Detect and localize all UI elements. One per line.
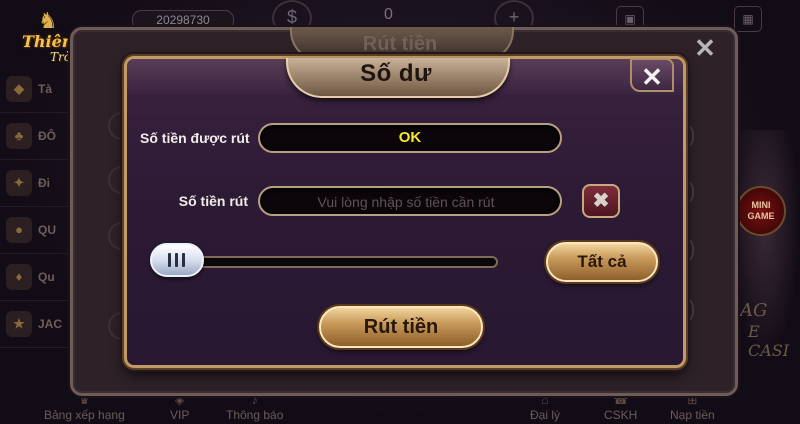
withdrawable-field: OK: [258, 123, 562, 153]
grip-line: [168, 253, 171, 267]
clear-amount-button[interactable]: ✖: [582, 184, 620, 218]
back-dialog-close-icon: ✕: [694, 33, 716, 63]
grip-line: [182, 253, 185, 267]
nav-leaderboard: ♛ Bảng xếp hạng: [44, 393, 125, 422]
amount-slider-handle[interactable]: [150, 243, 204, 277]
calendar-icon: ▦: [734, 6, 762, 32]
side-item: ◆ Tà: [0, 66, 70, 113]
amount-input[interactable]: [274, 190, 538, 214]
dialog-title: Số dư: [360, 60, 432, 87]
mini-game-badge: MINI GAME: [736, 186, 786, 236]
nav-deposit: ⊞ Nạp tiền: [670, 393, 715, 422]
grip-line: [175, 253, 178, 267]
game-icon: ◆: [6, 76, 32, 102]
side-item: ✦ Đi: [0, 160, 70, 207]
nav-agent: ⌂ Đại lý: [530, 393, 561, 422]
side-item: ★ JAC: [0, 301, 70, 348]
side-item: ♣ ĐÔ: [0, 113, 70, 160]
game-icon: ●: [6, 217, 32, 243]
game-icon: ♣: [6, 123, 32, 149]
select-all-button[interactable]: Tất cả: [546, 242, 658, 282]
side-game-list: ◆ Tà ♣ ĐÔ ✦ Đi ● QU ♦ Qu ★ JAC: [0, 66, 70, 348]
horse-logo-icon: ♞: [38, 8, 58, 33]
side-item: ● QU: [0, 207, 70, 254]
deco-text-2: E CASI: [748, 322, 790, 360]
deco-text-1: AG: [740, 300, 768, 321]
close-x-icon: ✖: [592, 190, 610, 212]
side-item: ♦ Qu: [0, 254, 70, 301]
game-icon: ✦: [6, 170, 32, 196]
back-dialog-title: Rút tiền: [362, 33, 438, 55]
nav-support: ☎ CSKH: [604, 393, 638, 422]
game-icon: ♦: [6, 264, 32, 290]
nav-notifications: ♪ Thông báo: [226, 393, 284, 422]
close-button[interactable]: ✕: [630, 58, 674, 92]
nav-vip: ◈ VIP: [170, 393, 190, 422]
game-icon: ★: [6, 311, 32, 337]
amount-label: Số tiền rút: [178, 193, 248, 209]
top-value: 0: [384, 6, 393, 23]
amount-field: [258, 186, 562, 216]
withdraw-button[interactable]: Rút tiền: [319, 306, 483, 348]
withdrawable-label: Số tiền được rút: [140, 130, 250, 146]
withdrawable-value: OK: [398, 129, 422, 146]
